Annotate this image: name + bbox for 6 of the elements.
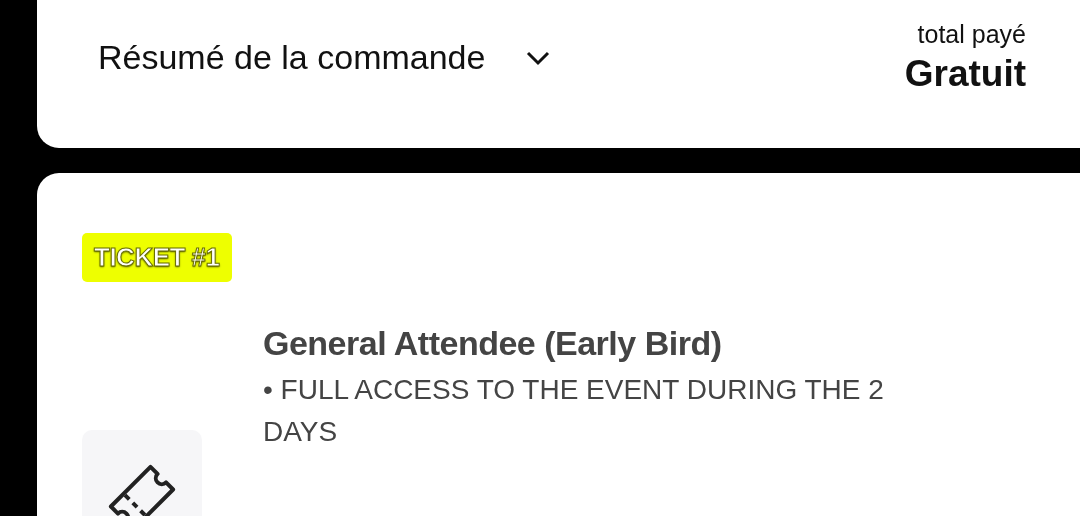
ticket-name: General Attendee (Early Bird) xyxy=(263,324,723,363)
ticket-badge: TICKET #1 xyxy=(82,233,232,282)
total-value: Gratuit xyxy=(904,53,1026,95)
summary-title[interactable]: Résumé de la commande xyxy=(98,38,486,77)
total-label: total payé xyxy=(917,20,1026,49)
ticket-description: • FULL ACCESS TO THE EVENT DURING THE 2 DAYS xyxy=(263,373,885,449)
